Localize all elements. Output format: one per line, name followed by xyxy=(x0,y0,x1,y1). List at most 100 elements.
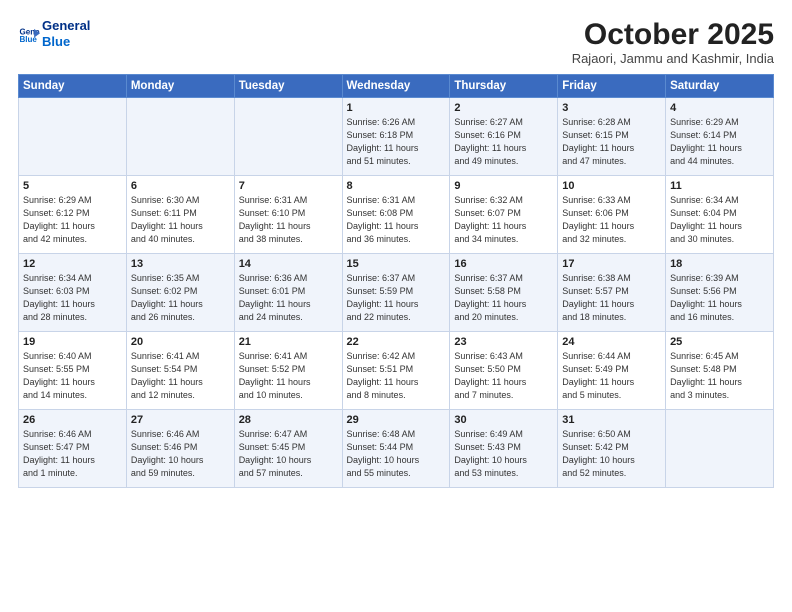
day-number: 15 xyxy=(347,258,446,270)
weekday-header-saturday: Saturday xyxy=(666,75,774,98)
day-info: Sunrise: 6:31 AM Sunset: 6:08 PM Dayligh… xyxy=(347,194,446,246)
day-info: Sunrise: 6:49 AM Sunset: 5:43 PM Dayligh… xyxy=(454,428,553,480)
calendar-cell: 24 Sunrise: 6:44 AM Sunset: 5:49 PM Dayli… xyxy=(558,332,666,410)
day-info: Sunrise: 6:29 AM Sunset: 6:14 PM Dayligh… xyxy=(670,116,769,168)
day-info: Sunrise: 6:37 AM Sunset: 5:58 PM Dayligh… xyxy=(454,272,553,324)
calendar-cell: 16Sunrise: 6:37 AM Sunset: 5:58 PM Dayli… xyxy=(450,254,558,332)
day-info: Sunrise: 6:46 AM Sunset: 5:46 PM Dayligh… xyxy=(131,428,230,480)
day-number: 26 xyxy=(23,414,122,426)
day-number: 5 xyxy=(23,180,122,192)
calendar-cell xyxy=(234,98,342,176)
day-info: Sunrise: 6:42 AM Sunset: 5:51 PM Dayligh… xyxy=(347,350,446,402)
day-number: 8 xyxy=(347,180,446,192)
day-info: Sunrise: 6:45 AM Sunset: 5:48 PM Dayligh… xyxy=(670,350,769,402)
day-info: Sunrise: 6:48 AM Sunset: 5:44 PM Dayligh… xyxy=(347,428,446,480)
weekday-header-row: SundayMondayTuesdayWednesdayThursdayFrid… xyxy=(19,75,774,98)
calendar-cell: 21 Sunrise: 6:41 AM Sunset: 5:52 PM Dayli… xyxy=(234,332,342,410)
week-row-1: 5 Sunrise: 6:29 AM Sunset: 6:12 PM Daylig… xyxy=(19,176,774,254)
calendar-cell: 30 Sunrise: 6:49 AM Sunset: 5:43 PM Dayli… xyxy=(450,410,558,488)
calendar-cell: 5 Sunrise: 6:29 AM Sunset: 6:12 PM Daylig… xyxy=(19,176,127,254)
calendar-cell: 19 Sunrise: 6:40 AM Sunset: 5:55 PM Dayli… xyxy=(19,332,127,410)
calendar-cell: 6Sunrise: 6:30 AM Sunset: 6:11 PM Daylig… xyxy=(126,176,234,254)
day-info: Sunrise: 6:39 AM Sunset: 5:56 PM Dayligh… xyxy=(670,272,769,324)
calendar-cell: 25 Sunrise: 6:45 AM Sunset: 5:48 PM Dayli… xyxy=(666,332,774,410)
calendar-cell: 15 Sunrise: 6:37 AM Sunset: 5:59 PM Dayli… xyxy=(342,254,450,332)
day-number: 23 xyxy=(454,336,553,348)
day-info: Sunrise: 6:41 AM Sunset: 5:52 PM Dayligh… xyxy=(239,350,338,402)
day-number: 18 xyxy=(670,258,769,270)
day-number: 22 xyxy=(347,336,446,348)
weekday-header-sunday: Sunday xyxy=(19,75,127,98)
day-number: 28 xyxy=(239,414,338,426)
day-info: Sunrise: 6:34 AM Sunset: 6:04 PM Dayligh… xyxy=(670,194,769,246)
calendar-cell: 26 Sunrise: 6:46 AM Sunset: 5:47 PM Dayli… xyxy=(19,410,127,488)
calendar-cell xyxy=(126,98,234,176)
calendar-cell xyxy=(666,410,774,488)
day-info: Sunrise: 6:43 AM Sunset: 5:50 PM Dayligh… xyxy=(454,350,553,402)
day-info: Sunrise: 6:36 AM Sunset: 6:01 PM Dayligh… xyxy=(239,272,338,324)
day-number: 19 xyxy=(23,336,122,348)
weekday-header-thursday: Thursday xyxy=(450,75,558,98)
calendar-cell: 1 Sunrise: 6:26 AM Sunset: 6:18 PM Daylig… xyxy=(342,98,450,176)
logo-icon: General Blue xyxy=(18,23,40,45)
calendar-cell: 2Sunrise: 6:27 AM Sunset: 6:16 PM Daylig… xyxy=(450,98,558,176)
day-number: 7 xyxy=(239,180,338,192)
calendar-cell: 3 Sunrise: 6:28 AM Sunset: 6:15 PM Daylig… xyxy=(558,98,666,176)
day-info: Sunrise: 6:28 AM Sunset: 6:15 PM Dayligh… xyxy=(562,116,661,168)
calendar-cell: 12Sunrise: 6:34 AM Sunset: 6:03 PM Dayli… xyxy=(19,254,127,332)
day-number: 1 xyxy=(347,102,446,114)
week-row-4: 26 Sunrise: 6:46 AM Sunset: 5:47 PM Dayli… xyxy=(19,410,774,488)
calendar-cell: 18 Sunrise: 6:39 AM Sunset: 5:56 PM Dayli… xyxy=(666,254,774,332)
calendar-container: General Blue GeneralBlue October 2025 Ra… xyxy=(0,0,792,612)
weekday-header-tuesday: Tuesday xyxy=(234,75,342,98)
weekday-header-friday: Friday xyxy=(558,75,666,98)
day-number: 29 xyxy=(347,414,446,426)
day-number: 3 xyxy=(562,102,661,114)
day-info: Sunrise: 6:29 AM Sunset: 6:12 PM Dayligh… xyxy=(23,194,122,246)
calendar-cell: 14 Sunrise: 6:36 AM Sunset: 6:01 PM Dayli… xyxy=(234,254,342,332)
day-number: 2 xyxy=(454,102,553,114)
day-info: Sunrise: 6:44 AM Sunset: 5:49 PM Dayligh… xyxy=(562,350,661,402)
day-number: 27 xyxy=(131,414,230,426)
day-number: 6 xyxy=(131,180,230,192)
week-row-2: 12Sunrise: 6:34 AM Sunset: 6:03 PM Dayli… xyxy=(19,254,774,332)
day-number: 20 xyxy=(131,336,230,348)
day-info: Sunrise: 6:40 AM Sunset: 5:55 PM Dayligh… xyxy=(23,350,122,402)
day-info: Sunrise: 6:37 AM Sunset: 5:59 PM Dayligh… xyxy=(347,272,446,324)
calendar-cell: 11Sunrise: 6:34 AM Sunset: 6:04 PM Dayli… xyxy=(666,176,774,254)
day-number: 21 xyxy=(239,336,338,348)
day-info: Sunrise: 6:32 AM Sunset: 6:07 PM Dayligh… xyxy=(454,194,553,246)
calendar-cell: 23 Sunrise: 6:43 AM Sunset: 5:50 PM Dayli… xyxy=(450,332,558,410)
day-number: 30 xyxy=(454,414,553,426)
day-number: 24 xyxy=(562,336,661,348)
calendar-cell: 20Sunrise: 6:41 AM Sunset: 5:54 PM Dayli… xyxy=(126,332,234,410)
week-row-0: 1 Sunrise: 6:26 AM Sunset: 6:18 PM Daylig… xyxy=(19,98,774,176)
month-title: October 2025 xyxy=(572,18,774,51)
day-info: Sunrise: 6:46 AM Sunset: 5:47 PM Dayligh… xyxy=(23,428,122,480)
day-info: Sunrise: 6:47 AM Sunset: 5:45 PM Dayligh… xyxy=(239,428,338,480)
week-row-3: 19 Sunrise: 6:40 AM Sunset: 5:55 PM Dayli… xyxy=(19,332,774,410)
calendar-cell: 4 Sunrise: 6:29 AM Sunset: 6:14 PM Daylig… xyxy=(666,98,774,176)
calendar-cell: 9 Sunrise: 6:32 AM Sunset: 6:07 PM Daylig… xyxy=(450,176,558,254)
day-number: 25 xyxy=(670,336,769,348)
calendar-cell: 31 Sunrise: 6:50 AM Sunset: 5:42 PM Dayli… xyxy=(558,410,666,488)
weekday-header-wednesday: Wednesday xyxy=(342,75,450,98)
day-info: Sunrise: 6:35 AM Sunset: 6:02 PM Dayligh… xyxy=(131,272,230,324)
day-number: 14 xyxy=(239,258,338,270)
calendar-cell: 22 Sunrise: 6:42 AM Sunset: 5:51 PM Dayli… xyxy=(342,332,450,410)
day-info: Sunrise: 6:33 AM Sunset: 6:06 PM Dayligh… xyxy=(562,194,661,246)
logo-text: GeneralBlue xyxy=(42,18,90,49)
day-info: Sunrise: 6:31 AM Sunset: 6:10 PM Dayligh… xyxy=(239,194,338,246)
calendar-cell: 13Sunrise: 6:35 AM Sunset: 6:02 PM Dayli… xyxy=(126,254,234,332)
day-info: Sunrise: 6:50 AM Sunset: 5:42 PM Dayligh… xyxy=(562,428,661,480)
day-number: 4 xyxy=(670,102,769,114)
calendar-table: SundayMondayTuesdayWednesdayThursdayFrid… xyxy=(18,74,774,488)
day-number: 12 xyxy=(23,258,122,270)
day-number: 17 xyxy=(562,258,661,270)
calendar-cell xyxy=(19,98,127,176)
day-info: Sunrise: 6:38 AM Sunset: 5:57 PM Dayligh… xyxy=(562,272,661,324)
day-number: 31 xyxy=(562,414,661,426)
day-number: 9 xyxy=(454,180,553,192)
calendar-cell: 17 Sunrise: 6:38 AM Sunset: 5:57 PM Dayli… xyxy=(558,254,666,332)
day-info: Sunrise: 6:26 AM Sunset: 6:18 PM Dayligh… xyxy=(347,116,446,168)
